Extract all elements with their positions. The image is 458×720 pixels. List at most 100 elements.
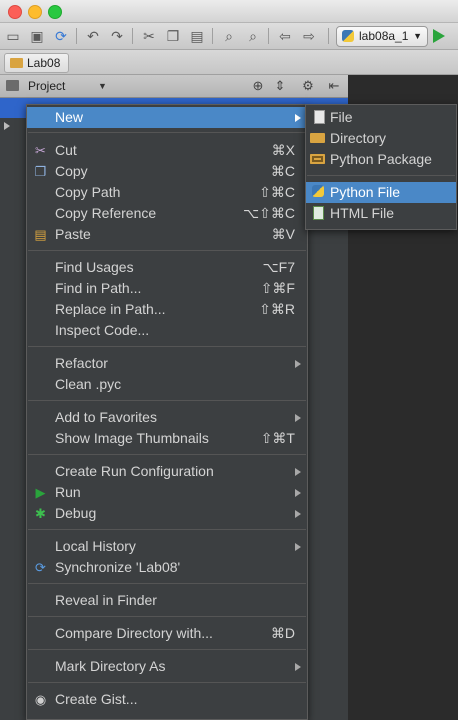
submenu-item-html-file[interactable]: HTML File <box>306 203 456 224</box>
submenu-arrow-icon <box>295 114 301 122</box>
submenu-item-label: File <box>330 109 353 125</box>
zoom-window-button[interactable] <box>48 5 62 19</box>
navigation-bar: Lab08 <box>0 50 458 75</box>
menu-item-show-image-thumbnails[interactable]: Show Image Thumbnails ⇧⌘T <box>27 428 307 449</box>
python-file-icon <box>312 185 324 197</box>
undo-icon[interactable]: ↶ <box>84 27 102 45</box>
menu-item-copy-reference[interactable]: Copy Reference ⌥⇧⌘C <box>27 203 307 224</box>
copy-icon: ❐ <box>34 164 47 179</box>
menu-item-shortcut: ⇧⌘C <box>259 184 295 200</box>
hide-panel-icon[interactable]: ⇤ <box>326 78 342 94</box>
menu-item-cut[interactable]: ✂ Cut ⌘X <box>27 140 307 161</box>
paste-icon[interactable]: ▤ <box>188 27 206 45</box>
menu-item-copy-path[interactable]: Copy Path ⇧⌘C <box>27 182 307 203</box>
menu-item-local-history[interactable]: Local History <box>27 536 307 557</box>
forward-icon[interactable]: ⇨ <box>300 27 318 45</box>
menu-item-compare-directory[interactable]: Compare Directory with... ⌘D <box>27 623 307 644</box>
submenu-arrow-icon <box>295 543 301 551</box>
menu-item-replace-in-path[interactable]: Replace in Path... ⇧⌘R <box>27 299 307 320</box>
find-icon[interactable]: ⌕ <box>220 27 238 45</box>
menu-item-paste[interactable]: ▤ Paste ⌘V <box>27 224 307 245</box>
project-panel-title[interactable]: Project <box>28 75 65 97</box>
new-submenu: File Directory Python Package Python Fil… <box>305 104 457 230</box>
menu-item-reveal-in-finder[interactable]: Reveal in Finder <box>27 590 307 611</box>
project-panel-header: Project ▼ ⊕ ⇕ ⚙ ⇤ <box>0 75 348 98</box>
menu-item-label: Local History <box>55 538 136 554</box>
menu-item-label: Synchronize 'Lab08' <box>55 559 181 575</box>
menu-item-copy[interactable]: ❐ Copy ⌘C <box>27 161 307 182</box>
folder-icon <box>310 133 325 143</box>
run-icon[interactable] <box>433 29 445 43</box>
submenu-arrow-icon <box>295 510 301 518</box>
context-menu: New ✂ Cut ⌘X ❐ Copy ⌘C Copy Path ⇧⌘C Cop… <box>26 104 308 720</box>
breadcrumb-lab08[interactable]: Lab08 <box>4 53 70 73</box>
menu-item-mark-directory-as[interactable]: Mark Directory As <box>27 656 307 677</box>
menu-item-label: Refactor <box>55 355 108 371</box>
submenu-arrow-icon <box>295 489 301 497</box>
package-icon <box>310 154 325 164</box>
main-toolbar: ▭ ▣ ⟳ ↶ ↷ ✂ ❐ ▤ ⌕ ⌕ ⇦ ⇨ lab08a_1 ▼ <box>0 23 458 50</box>
menu-item-label: Copy Path <box>55 184 121 200</box>
menu-item-clean-pyc[interactable]: Clean .pyc <box>27 374 307 395</box>
redo-icon[interactable]: ↷ <box>108 27 126 45</box>
menu-item-shortcut: ⇧⌘R <box>259 301 295 317</box>
menu-item-shortcut: ⌘D <box>270 625 295 641</box>
menu-item-run[interactable]: ▶ Run <box>27 482 307 503</box>
expand-arrow-icon[interactable] <box>4 122 10 130</box>
paste-icon: ▤ <box>34 227 47 242</box>
menu-separator <box>28 649 306 650</box>
chevron-down-icon: ▼ <box>413 31 422 41</box>
menu-item-find-in-path[interactable]: Find in Path... ⇧⌘F <box>27 278 307 299</box>
back-icon[interactable]: ⇦ <box>276 27 294 45</box>
window-title-bar <box>0 0 458 23</box>
menu-item-label: Debug <box>55 505 97 521</box>
menu-separator <box>28 616 306 617</box>
copy-icon[interactable]: ❐ <box>164 27 182 45</box>
menu-item-debug[interactable]: ✱ Debug <box>27 503 307 524</box>
menu-item-synchronize[interactable]: ⟳ Synchronize 'Lab08' <box>27 557 307 578</box>
github-icon: ◉ <box>34 692 47 707</box>
submenu-arrow-icon <box>295 360 301 368</box>
submenu-item-python-file[interactable]: Python File <box>306 182 456 203</box>
gear-icon[interactable]: ⚙ <box>300 78 316 94</box>
toolbar-separator <box>328 28 329 44</box>
folder-icon <box>10 58 23 68</box>
folder-open-icon[interactable]: ▭ <box>4 27 22 45</box>
menu-separator <box>28 682 306 683</box>
menu-separator <box>28 346 306 347</box>
collapse-all-icon[interactable]: ⇕ <box>272 78 288 94</box>
menu-item-refactor[interactable]: Refactor <box>27 353 307 374</box>
sync-icon[interactable]: ⟳ <box>52 27 70 45</box>
sync-icon: ⟳ <box>35 560 46 575</box>
menu-item-find-usages[interactable]: Find Usages ⌥F7 <box>27 257 307 278</box>
menu-item-shortcut: ⌥⇧⌘C <box>243 205 295 221</box>
menu-item-label: Reveal in Finder <box>55 592 157 608</box>
menu-item-inspect-code[interactable]: Inspect Code... <box>27 320 307 341</box>
menu-item-shortcut: ⌘C <box>270 163 295 179</box>
save-icon[interactable]: ▣ <box>28 27 46 45</box>
submenu-item-file[interactable]: File <box>306 107 456 128</box>
close-window-button[interactable] <box>8 5 22 19</box>
menu-item-create-run-configuration[interactable]: Create Run Configuration <box>27 461 307 482</box>
crosshair-icon[interactable]: ⊕ <box>250 78 266 94</box>
submenu-item-python-package[interactable]: Python Package <box>306 149 456 170</box>
run-configuration-label: lab08a_1 <box>359 29 409 43</box>
menu-item-label: Create Run Configuration <box>55 463 214 479</box>
chevron-down-icon[interactable]: ▼ <box>98 75 107 97</box>
menu-item-label: Add to Favorites <box>55 409 157 425</box>
menu-item-shortcut: ⌘X <box>271 142 295 158</box>
run-configuration-combo[interactable]: lab08a_1 ▼ <box>336 26 428 47</box>
menu-item-new[interactable]: New <box>27 107 307 128</box>
submenu-item-label: Directory <box>330 130 387 146</box>
menu-item-label: Copy <box>55 163 88 179</box>
menu-item-create-gist[interactable]: ◉ Create Gist... <box>27 689 307 710</box>
replace-icon[interactable]: ⌕ <box>244 27 262 45</box>
cut-icon[interactable]: ✂ <box>140 27 158 45</box>
menu-item-label: Cut <box>55 142 77 158</box>
menu-separator <box>28 454 306 455</box>
minimize-window-button[interactable] <box>28 5 42 19</box>
submenu-arrow-icon <box>295 663 301 671</box>
menu-item-add-to-favorites[interactable]: Add to Favorites <box>27 407 307 428</box>
submenu-item-directory[interactable]: Directory <box>306 128 456 149</box>
menu-item-label: Run <box>55 484 81 500</box>
